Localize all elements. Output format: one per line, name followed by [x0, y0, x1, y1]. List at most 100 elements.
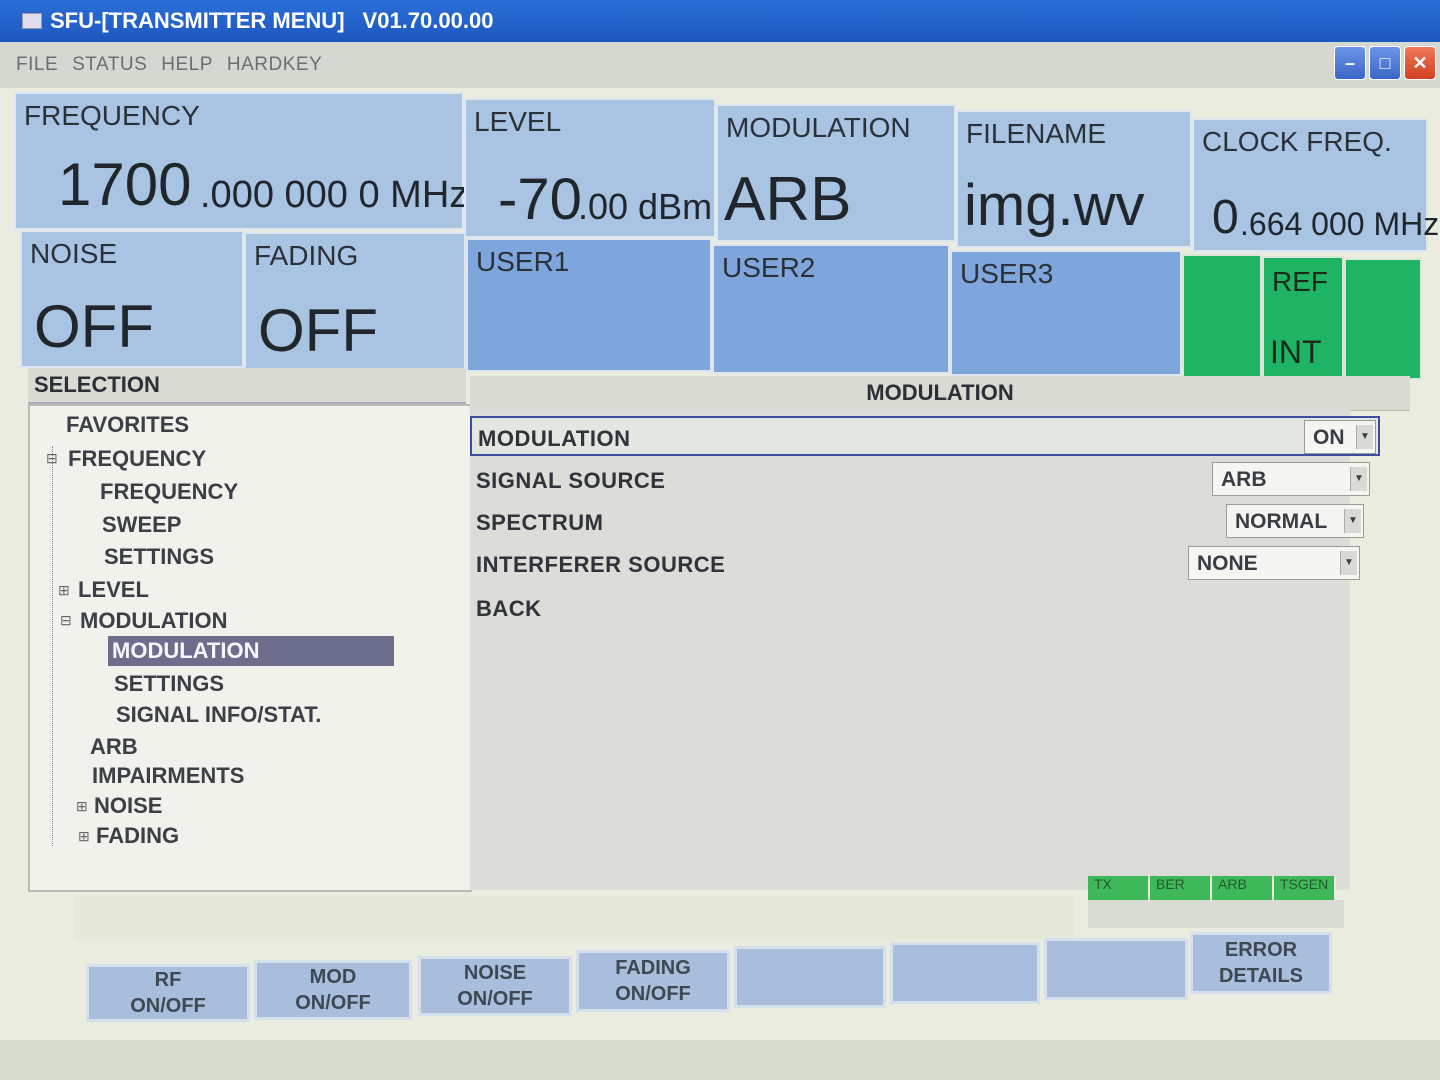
tree-item-level[interactable]: LEVEL	[78, 577, 149, 603]
clock-freq-value-major: 0	[1212, 191, 1239, 244]
user1-panel[interactable]: USER1	[466, 238, 712, 372]
softkey-mod-onoff[interactable]: MOD ON/OFF	[254, 960, 412, 1020]
spectrum-dropdown[interactable]: NORMAL ▼	[1226, 504, 1364, 538]
softkey-blank-6[interactable]	[890, 942, 1040, 1004]
minimize-icon[interactable]: –	[1334, 46, 1366, 80]
softkey-bar: RF ON/OFF MOD ON/OFF NOISE ON/OFF FADING…	[82, 930, 1342, 1026]
param-label-signal-source: SIGNAL SOURCE	[476, 468, 666, 493]
chevron-down-icon[interactable]: ▼	[1344, 509, 1361, 533]
tree-item-frequency-settings[interactable]: SETTINGS	[104, 544, 214, 570]
ref-panel-right	[1344, 258, 1422, 380]
filename-label: FILENAME	[966, 118, 1107, 149]
softkey-blank-7[interactable]	[1044, 938, 1188, 1000]
menu-hardkey[interactable]: HARDKEY	[227, 54, 322, 76]
menu-file[interactable]: FILE	[16, 54, 58, 76]
collapse-icon[interactable]: ⊟	[46, 450, 58, 467]
tree-item-modulation[interactable]: MODULATION	[80, 608, 227, 634]
tree-item-favorites[interactable]: FAVORITES	[66, 412, 189, 438]
filename-value: img.wv	[964, 173, 1145, 238]
softkey-fading-onoff[interactable]: FADING ON/OFF	[576, 950, 730, 1012]
window-version: V01.70.00.00	[362, 8, 494, 33]
frequency-value-minor: .000 000 0 MHz	[200, 174, 469, 216]
interferer-source-dropdown[interactable]: NONE ▼	[1188, 546, 1360, 580]
maximize-icon[interactable]: □	[1369, 46, 1401, 80]
param-row-modulation[interactable]: MODULATION ON ▼	[470, 416, 1380, 456]
tree-item-signal-info[interactable]: SIGNAL INFO/STAT.	[116, 702, 321, 728]
modulation-dropdown-value: ON	[1313, 426, 1345, 449]
indicator-footer	[1088, 900, 1344, 928]
expand-icon[interactable]: ⊞	[58, 582, 70, 599]
interferer-source-dropdown-value: NONE	[1197, 552, 1258, 575]
frequency-label: FREQUENCY	[24, 100, 200, 131]
filename-panel[interactable]: FILENAME img.wv	[956, 110, 1192, 248]
indicator-tsgen: TSGEN	[1274, 876, 1336, 900]
level-label: LEVEL	[474, 106, 562, 137]
tree-item-fading[interactable]: FADING	[96, 823, 179, 849]
softkey-error-details[interactable]: ERROR DETAILS	[1190, 932, 1332, 994]
ref-label: REF	[1272, 266, 1328, 297]
fading-panel[interactable]: FADING OFF	[244, 232, 466, 370]
tree-item-frequency-sub[interactable]: FREQUENCY	[100, 479, 238, 505]
signal-source-dropdown[interactable]: ARB ▼	[1212, 462, 1370, 496]
menu-bar: FILE STATUS HELP HARDKEY	[0, 42, 1440, 88]
indicator-arb: ARB	[1212, 876, 1274, 900]
level-value-minor: .00 dBm	[578, 186, 713, 227]
clock-freq-value-minor: .664 000 MHz	[1240, 206, 1440, 242]
clock-freq-panel[interactable]: CLOCK FREQ. 0 .664 000 MHz	[1192, 118, 1439, 252]
tree-item-modulation-settings[interactable]: SETTINGS	[114, 671, 224, 697]
instrument-screen: SFU-[TRANSMITTER MENU] V01.70.00.00 FILE…	[0, 0, 1440, 1040]
tree-item-modulation-selected[interactable]: MODULATION	[108, 636, 394, 666]
menu-status[interactable]: STATUS	[72, 54, 147, 76]
param-row-back[interactable]: BACK	[470, 588, 1380, 628]
user3-panel[interactable]: USER3	[950, 250, 1182, 376]
tree-item-sweep[interactable]: SWEEP	[102, 512, 181, 538]
user2-panel[interactable]: USER2	[712, 244, 950, 374]
softkey-noise-onoff[interactable]: NOISE ON/OFF	[418, 956, 572, 1016]
param-row-signal-source[interactable]: SIGNAL SOURCE ARB ▼	[470, 460, 1380, 500]
ref-value: INT	[1270, 334, 1322, 370]
expand-icon[interactable]: ⊞	[78, 828, 90, 845]
indicator-tx: TX	[1088, 876, 1150, 900]
fading-label: FADING	[254, 240, 359, 271]
softkey-rf-onoff[interactable]: RF ON/OFF	[86, 964, 250, 1022]
menu-help[interactable]: HELP	[161, 54, 213, 76]
param-label-interferer-source: INTERFERER SOURCE	[476, 552, 726, 577]
level-panel[interactable]: LEVEL -70 .00 dBm	[464, 98, 716, 238]
param-label-spectrum: SPECTRUM	[476, 510, 604, 535]
modulation-value: ARB	[724, 165, 852, 234]
ref-panel-left	[1182, 254, 1262, 378]
chevron-down-icon[interactable]: ▼	[1340, 551, 1357, 575]
noise-panel[interactable]: NOISE OFF	[20, 230, 244, 368]
user1-label: USER1	[476, 246, 570, 277]
selection-tree: FAVORITES ⊟ FREQUENCY FREQUENCY SWEEP SE…	[28, 404, 472, 892]
spectrum-dropdown-value: NORMAL	[1235, 510, 1328, 533]
title-bar: SFU-[TRANSMITTER MENU] V01.70.00.00	[0, 0, 1440, 42]
tree-guide-line	[52, 446, 53, 846]
user3-label: USER3	[960, 258, 1054, 289]
softkey-blank-5[interactable]	[734, 946, 886, 1008]
noise-value: OFF	[34, 293, 154, 360]
modulation-panel[interactable]: MODULATION ARB	[716, 104, 956, 242]
chevron-down-icon[interactable]: ▼	[1350, 467, 1367, 491]
chevron-down-icon[interactable]: ▼	[1356, 425, 1373, 449]
param-row-interferer-source[interactable]: INTERFERER SOURCE NONE ▼	[470, 544, 1380, 584]
expand-icon[interactable]: ⊞	[76, 798, 88, 815]
collapse-icon[interactable]: ⊟	[60, 612, 72, 629]
param-row-spectrum[interactable]: SPECTRUM NORMAL ▼	[470, 502, 1380, 542]
tree-item-frequency[interactable]: FREQUENCY	[68, 446, 206, 472]
tree-item-arb[interactable]: ARB	[90, 734, 138, 760]
close-icon[interactable]: ✕	[1404, 46, 1436, 80]
noise-label: NOISE	[30, 238, 118, 269]
ref-panel[interactable]: REF INT	[1262, 256, 1344, 380]
frequency-value-major: 1700	[58, 151, 192, 218]
fading-value: OFF	[258, 297, 378, 364]
modulation-content: MODULATION ON ▼ SIGNAL SOURCE ARB ▼ SPEC…	[470, 410, 1380, 890]
param-label-modulation: MODULATION	[478, 426, 631, 451]
tree-item-impairments[interactable]: IMPAIRMENTS	[92, 763, 244, 789]
modulation-label: MODULATION	[726, 112, 911, 143]
window-title: SFU-[TRANSMITTER MENU]	[50, 8, 345, 33]
tree-item-noise[interactable]: NOISE	[94, 793, 162, 819]
monitor-bezel	[0, 1040, 1440, 1080]
frequency-panel[interactable]: FREQUENCY 1700 .000 000 0 MHz	[14, 92, 468, 230]
modulation-dropdown[interactable]: ON ▼	[1304, 420, 1376, 454]
